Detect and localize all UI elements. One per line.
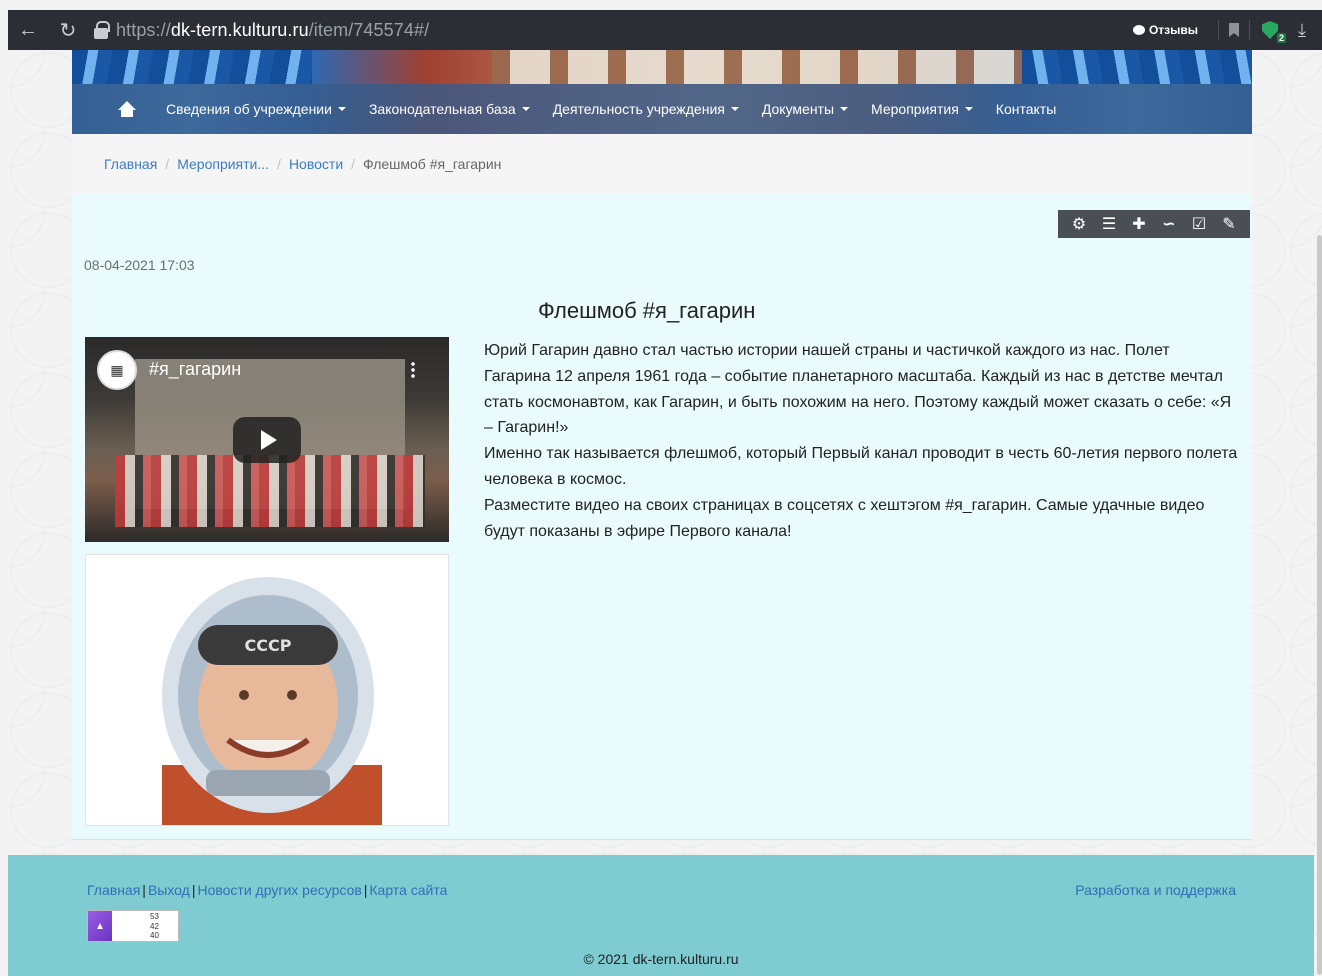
- visit-counter[interactable]: ▲ 53 42 40: [87, 910, 179, 942]
- article-body: Юрий Гагарин давно стал частью истории н…: [484, 338, 1240, 544]
- counter-value: 40: [150, 931, 159, 940]
- shield-badge: 2: [1276, 33, 1286, 43]
- list-icon[interactable]: ☰: [1094, 210, 1124, 238]
- nav-item-contacts[interactable]: Контакты: [996, 101, 1056, 117]
- building-image: [492, 50, 1052, 84]
- video-title[interactable]: #я_гагарин: [149, 359, 241, 380]
- nav-item-legislation[interactable]: Законодательная база: [369, 101, 530, 117]
- reviews-button[interactable]: Отзывы: [1123, 18, 1208, 42]
- paperclip-icon[interactable]: ∽: [1154, 210, 1184, 238]
- caret-down-icon: [521, 107, 530, 111]
- footer-link-other-news[interactable]: Новости других ресурсов: [197, 882, 361, 898]
- counter-value: 42: [150, 921, 159, 931]
- gear-icon[interactable]: ⚙: [1064, 210, 1094, 238]
- footer-link-home[interactable]: Главная: [87, 882, 140, 898]
- footer: Главная | Выход | Новости других ресурсов | Ка…: [8, 855, 1314, 976]
- svg-text:СССР: СССР: [245, 636, 292, 655]
- caret-down-icon: [840, 107, 849, 111]
- footer-link-logout[interactable]: Выход: [148, 882, 190, 898]
- curtain-right: [1022, 50, 1252, 84]
- footer-separator: |: [142, 882, 146, 898]
- copyright: © 2021 dk-tern.kulturu.ru: [583, 951, 739, 967]
- address-bar[interactable]: https://dk-tern.kulturu.ru/item/745574#/: [94, 20, 429, 41]
- play-button[interactable]: [233, 417, 301, 463]
- channel-avatar[interactable]: ▦: [97, 350, 137, 390]
- pencil-icon[interactable]: ✎: [1214, 210, 1244, 238]
- article-title: Флешмоб #я_гагарин: [538, 298, 756, 323]
- breadcrumb-home[interactable]: Главная: [104, 156, 157, 172]
- footer-links: Главная | Выход | Новости других ресурсов | Ка…: [87, 882, 447, 898]
- nav-item-events[interactable]: Мероприятия: [871, 101, 973, 117]
- caret-down-icon: [964, 107, 973, 111]
- reload-icon[interactable]: ↻: [48, 10, 88, 50]
- nav-item-documents[interactable]: Документы: [762, 101, 849, 117]
- crowd-image: [115, 455, 425, 527]
- development-support-link[interactable]: Разработка и поддержка: [1075, 882, 1236, 898]
- footer-separator: |: [363, 882, 368, 898]
- counter-logo-icon: ▲: [88, 911, 112, 941]
- breadcrumb-separator: /: [165, 156, 170, 172]
- scrollbar[interactable]: [1317, 235, 1322, 975]
- footer-separator: |: [191, 882, 196, 898]
- cosmonaut-illustration: СССР: [162, 577, 382, 825]
- breadcrumb-separator: /: [351, 156, 356, 172]
- divider: [1249, 20, 1250, 40]
- more-vertical-icon[interactable]: [411, 361, 415, 379]
- breadcrumb: Главная / Мероприяти... / Новости / Флеш…: [72, 134, 1252, 194]
- breadcrumb-news[interactable]: Новости: [289, 156, 343, 172]
- main-navbar: Сведения об учреждении Законодательная б…: [72, 84, 1252, 134]
- speech-bubble-icon: [1132, 25, 1145, 35]
- lock-icon: [94, 21, 110, 39]
- counter-value: 53: [150, 912, 159, 921]
- cosmonaut-photo: СССР: [85, 554, 449, 826]
- counter-values: 53 42 40: [112, 911, 159, 941]
- breadcrumb-current: Флешмоб #я_гагарин: [363, 156, 502, 172]
- article-paragraph: Разместите видео на своих страницах в со…: [484, 496, 1205, 540]
- caret-down-icon: [337, 107, 346, 111]
- breadcrumb-events[interactable]: Мероприяти...: [177, 156, 269, 172]
- article-content: ⚙ ☰ ✚ ∽ ☑ ✎ 08-04-2021 17:03 Флешмоб #я_…: [72, 194, 1252, 840]
- caret-down-icon: [730, 107, 739, 111]
- article-paragraph: Именно так называется флешмоб, который П…: [484, 445, 1238, 488]
- plus-icon[interactable]: ✚: [1124, 210, 1154, 238]
- article-date: 08-04-2021 17:03: [84, 257, 195, 273]
- breadcrumb-separator: /: [277, 156, 281, 172]
- divider: [1218, 20, 1219, 40]
- footer-link-sitemap[interactable]: Карта сайта: [369, 882, 447, 898]
- check-icon[interactable]: ☑: [1184, 210, 1214, 238]
- admin-toolbar: ⚙ ☰ ✚ ∽ ☑ ✎: [1058, 210, 1250, 238]
- video-player[interactable]: ▦ #я_гагарин: [85, 337, 449, 542]
- curtain-left: [72, 50, 312, 84]
- home-icon[interactable]: [118, 101, 136, 117]
- bookmark-icon[interactable]: [1229, 23, 1239, 37]
- nav-item-activity[interactable]: Деятельность учреждения: [553, 101, 739, 117]
- url-text[interactable]: https://dk-tern.kulturu.ru/item/745574#/: [116, 20, 429, 41]
- nav-item-about[interactable]: Сведения об учреждении: [166, 101, 346, 117]
- download-icon[interactable]: ⤓: [1282, 20, 1322, 41]
- back-arrow-icon[interactable]: ←: [8, 10, 48, 50]
- header-banner: Сведения об учреждении Законодательная б…: [72, 50, 1252, 134]
- shield-icon[interactable]: 2: [1260, 19, 1286, 43]
- browser-toolbar: ← ↻ https://dk-tern.kulturu.ru/item/7455…: [8, 10, 1322, 50]
- article-paragraph: Юрий Гагарин давно стал частью истории н…: [484, 342, 1232, 437]
- browser-actions: Отзывы 2 ⤓: [1123, 10, 1322, 50]
